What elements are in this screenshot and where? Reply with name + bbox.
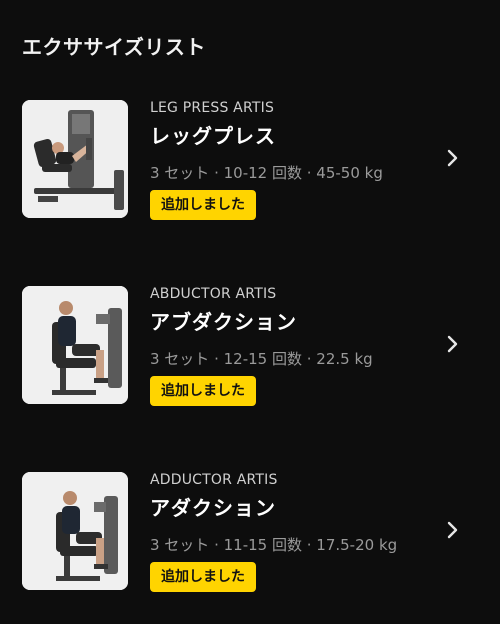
exercise-meta: 3 セット · 10-12 回数 · 45-50 kg [150, 164, 383, 182]
chevron-right-icon[interactable] [440, 332, 464, 356]
exercise-brand: ABDUCTOR ARTIS [150, 286, 277, 302]
chevron-right-icon[interactable] [440, 518, 464, 542]
exercise-item-abduction[interactable]: ABDUCTOR ARTIS アブダクション 3 セット · 12-15 回数 … [0, 284, 500, 414]
exercise-list-screen: エクササイズリスト LEG PRESS ARTIS レッグプレス 3 セット ·… [0, 0, 500, 624]
exercise-name: アダクション [150, 496, 276, 520]
exercise-item-adduction[interactable]: ADDUCTOR ARTIS アダクション 3 セット · 11-15 回数 ·… [0, 470, 500, 600]
exercise-thumbnail [22, 286, 128, 404]
exercise-thumbnail [22, 472, 128, 590]
chevron-right-icon[interactable] [440, 146, 464, 170]
exercise-thumbnail [22, 100, 128, 218]
exercise-name: アブダクション [150, 310, 297, 334]
exercise-meta: 3 セット · 11-15 回数 · 17.5-20 kg [150, 536, 398, 554]
exercise-name: レッグプレス [150, 124, 276, 148]
added-badge: 追加しました [150, 190, 256, 220]
exercise-brand: ADDUCTOR ARTIS [150, 472, 278, 488]
added-badge: 追加しました [150, 562, 256, 592]
abductor-machine-icon [22, 286, 128, 404]
leg-press-machine-icon [22, 100, 128, 218]
exercise-meta: 3 セット · 12-15 回数 · 22.5 kg [150, 350, 373, 368]
exercise-item-leg-press[interactable]: LEG PRESS ARTIS レッグプレス 3 セット · 10-12 回数 … [0, 98, 500, 228]
adductor-machine-icon [22, 472, 128, 590]
added-badge: 追加しました [150, 376, 256, 406]
exercise-brand: LEG PRESS ARTIS [150, 100, 275, 116]
page-title: エクササイズリスト [22, 35, 206, 59]
